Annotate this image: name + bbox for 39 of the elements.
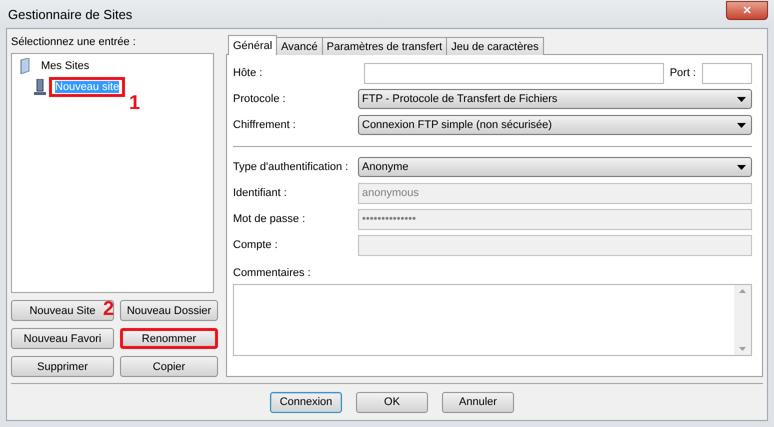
folder-icon	[18, 58, 32, 74]
tab[interactable]: Avancé	[276, 37, 323, 55]
port-field[interactable]	[702, 62, 752, 84]
site-action-button[interactable]: Copier	[120, 356, 218, 377]
field-label: Protocole :	[233, 92, 287, 106]
dropdown[interactable]: FTP - Protocole de Transfert de Fichiers	[358, 89, 752, 109]
site-action-button[interactable]: Supprimer	[11, 356, 114, 377]
comments-field[interactable]	[233, 284, 752, 356]
annotation-number: 2	[103, 299, 114, 319]
dialog-button[interactable]: Connexion	[270, 392, 342, 412]
site-action-button[interactable]: Nouveau Dossier	[120, 300, 218, 321]
site-action-button[interactable]: Renommer	[120, 328, 218, 349]
dialog-button[interactable]: OK	[356, 392, 428, 412]
dialog-button[interactable]: Annuler	[442, 392, 514, 412]
field-label: Mot de passe :	[233, 212, 306, 226]
field-label: Port :	[670, 66, 696, 80]
dropdown[interactable]: Connexion FTP simple (non sécurisée)	[358, 115, 752, 135]
field-label: Hôte :	[233, 66, 264, 80]
scroll-down-icon	[739, 347, 746, 351]
dropdown[interactable]: Anonyme	[358, 157, 752, 177]
dropdown-caret-icon	[737, 164, 746, 170]
tab[interactable]: Jeu de caractères	[446, 37, 544, 55]
host-field[interactable]	[364, 62, 664, 84]
field-label: Identifiant :	[233, 186, 288, 200]
dropdown-caret-icon	[737, 96, 746, 102]
site-action-button[interactable]: Nouveau Favori	[11, 328, 114, 349]
tab[interactable]: Général	[228, 35, 278, 55]
tree-item[interactable]: Mes Sites	[35, 56, 96, 76]
tab[interactable]: Paramètres de transfert	[322, 37, 448, 55]
tree-label: Sélectionnez une entrée :	[11, 35, 137, 49]
computer-icon	[34, 79, 46, 95]
field-label: Chiffrement :	[233, 118, 297, 132]
field-label: Compte :	[233, 238, 279, 252]
dropdown-caret-icon	[737, 122, 746, 128]
window-title: Gestionnaire de Sites	[8, 6, 132, 22]
annotation-number: 1	[129, 93, 140, 113]
field-label: Commentaires :	[233, 266, 312, 280]
field-label: Type d'authentification :	[233, 160, 350, 174]
scroll-up-icon	[739, 289, 746, 293]
